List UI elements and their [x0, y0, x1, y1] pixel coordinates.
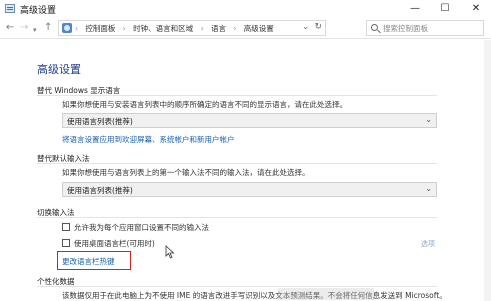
recent-locations-chevron-icon[interactable]: ▾	[33, 24, 37, 36]
breadcrumb-separator: ›	[75, 24, 78, 33]
override-input-method-description: 如果你想使用与语言列表上的第一个输入法不同的输入法，请在此处选择。	[62, 168, 310, 177]
watermark	[278, 288, 374, 300]
breadcrumb-separator: ›	[233, 24, 237, 33]
search-input[interactable]	[383, 23, 481, 34]
section-divider	[37, 286, 437, 287]
desktop-language-bar-checkbox[interactable]	[62, 239, 70, 247]
vertical-scrollbar[interactable]	[484, 40, 491, 301]
language-bar-options-link[interactable]: 选项	[421, 239, 435, 249]
page-title: 高级设置	[37, 63, 81, 76]
breadcrumb-item-language[interactable]: 语言	[211, 24, 226, 33]
desktop-language-bar-label[interactable]: 使用桌面语言栏(可用时)	[74, 238, 155, 249]
refresh-icon[interactable]: ↻	[314, 22, 322, 32]
search-icon	[371, 24, 378, 31]
breadcrumb: › 控制面板 › 时钟、语言和区域 › 语言 › 高级设置	[75, 23, 279, 34]
minimize-button[interactable]: —	[400, 0, 430, 18]
display-language-select[interactable]: 使用语言列表(推荐) ⌄	[62, 113, 437, 128]
breadcrumb-separator: ›	[200, 24, 204, 33]
search-box[interactable]	[366, 20, 484, 36]
address-dropdown-icon[interactable]: ⌄	[302, 22, 309, 31]
breadcrumb-item-clock-language-region[interactable]: 时钟、语言和区域	[133, 24, 193, 33]
chevron-down-icon: ⌄	[425, 184, 432, 193]
title-bar: 高级设置 — ☐ ✕	[0, 0, 491, 18]
address-bar[interactable]: › 控制面板 › 时钟、语言和区域 › 语言 › 高级设置 ⌄ ↻	[58, 20, 326, 36]
main-content: 高级设置 替代 Windows 显示语言 如果你想使用与安装语言列表中的顺序所确…	[0, 40, 491, 301]
navigation-bar: ← → ▾ ↑ › 控制面板 › 时钟、语言和区域 › 语言 › 高级设置 ⌄ …	[0, 18, 491, 39]
personalization-data-description: 该数据仅用于在此电脑上为不使用 IME 的语言改进手写识别以及文本预测结果。不会…	[62, 291, 447, 300]
window-title: 高级设置	[20, 6, 57, 16]
forward-arrow-icon[interactable]: →	[20, 22, 28, 34]
section-divider	[37, 163, 437, 164]
section-divider	[37, 95, 437, 96]
breadcrumb-separator: ›	[122, 24, 126, 33]
highlight-box	[57, 251, 131, 270]
display-language-select-value: 使用语言列表(推荐)	[67, 117, 133, 126]
per-app-input-method-checkbox[interactable]	[62, 223, 70, 231]
section-divider	[37, 217, 437, 218]
per-app-input-method-label[interactable]: 允许我为每个应用窗口设置不同的输入法	[74, 222, 209, 233]
apply-language-settings-link[interactable]: 将语言设置应用到欢迎屏幕、系统帐户和新用户帐户	[62, 134, 235, 145]
input-method-select-value: 使用语言列表(推荐)	[67, 186, 133, 195]
chevron-down-icon: ⌄	[425, 115, 432, 124]
breadcrumb-item-advanced-settings[interactable]: 高级设置	[244, 24, 274, 33]
up-arrow-icon[interactable]: ↑	[44, 22, 52, 34]
input-method-select[interactable]: 使用语言列表(推荐) ⌄	[62, 182, 437, 197]
back-arrow-icon[interactable]: ←	[6, 22, 14, 34]
control-panel-icon	[62, 23, 72, 33]
close-button[interactable]: ✕	[461, 0, 491, 18]
maximize-button[interactable]: ☐	[430, 0, 460, 18]
override-display-language-description: 如果你想使用与安装语言列表中的顺序所确定的语言不同的显示语言，请在此处选择。	[62, 100, 347, 109]
control-panel-window-icon	[5, 4, 15, 13]
breadcrumb-item-control-panel[interactable]: 控制面板	[85, 24, 115, 33]
mouse-cursor-icon	[165, 245, 175, 259]
